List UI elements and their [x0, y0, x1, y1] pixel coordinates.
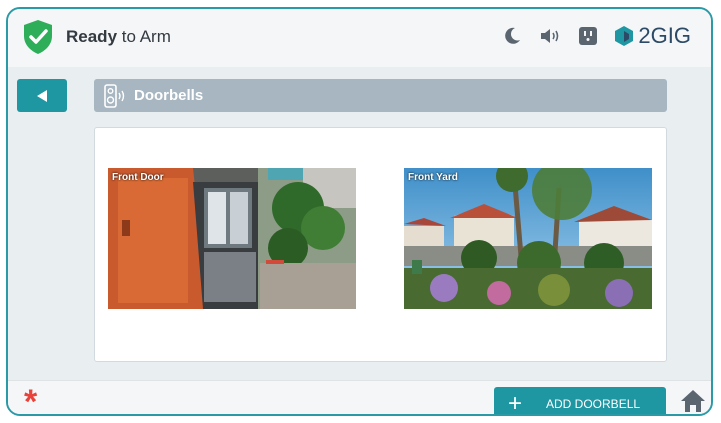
shield-check-icon[interactable] — [22, 19, 54, 55]
plus-icon: + — [508, 390, 523, 416]
page-title: Doorbells — [134, 87, 204, 104]
arm-status-bold: Ready — [66, 27, 118, 46]
doorbell-label: Front Yard — [408, 172, 458, 183]
add-doorbell-button[interactable]: + ADD DOORBELL — [494, 387, 666, 416]
bottom-bar: * + ADD DOORBELL — [8, 380, 711, 416]
doorbell-tile-front-door[interactable]: Front Door — [108, 168, 356, 309]
asterisk-icon[interactable]: * — [24, 385, 37, 414]
title-bar: Doorbells — [94, 79, 667, 112]
status-bar: Ready to Arm 2GIG — [8, 9, 711, 68]
back-button[interactable] — [17, 79, 67, 112]
back-arrow-icon — [37, 89, 47, 102]
panel-frame: Ready to Arm 2GIG Doorbells Front Door F… — [6, 7, 713, 416]
outlet-icon[interactable] — [576, 24, 600, 48]
brand-name: 2GIG — [638, 23, 691, 48]
doorbell-label: Front Door — [112, 172, 164, 183]
add-doorbell-label: ADD DOORBELL — [546, 397, 641, 411]
arm-status-rest: to Arm — [117, 27, 171, 46]
content-area: Doorbells Front Door Front Yard — [8, 67, 711, 380]
moon-icon[interactable] — [500, 24, 524, 48]
doorbell-tile-front-yard[interactable]: Front Yard — [404, 168, 652, 309]
home-icon[interactable] — [680, 389, 706, 413]
brand-logo: 2GIG — [614, 23, 691, 49]
top-icons: 2GIG — [500, 23, 691, 49]
speaker-icon[interactable] — [538, 24, 562, 48]
doorbell-list: Front Door Front Yard — [94, 127, 667, 362]
camera-feed-front-door — [108, 168, 356, 309]
brand-logo-icon — [615, 26, 634, 46]
camera-feed-front-yard — [404, 168, 652, 309]
doorbell-icon — [104, 83, 125, 108]
arm-status[interactable]: Ready to Arm — [66, 27, 171, 47]
